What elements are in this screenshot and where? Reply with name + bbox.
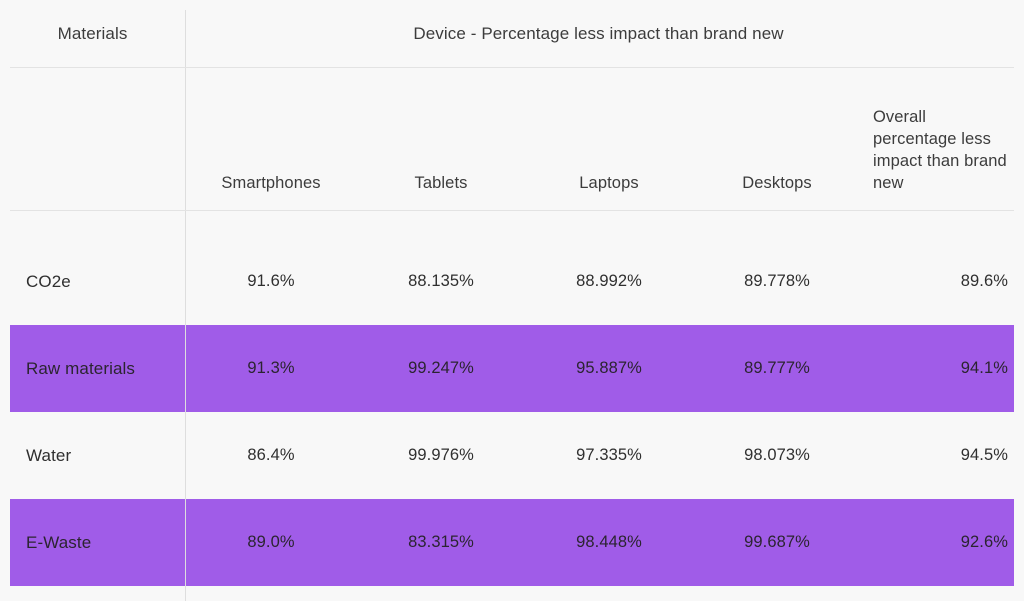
cell-smartphones: 91.3% [247, 359, 295, 377]
cell-desktops: 89.778% [744, 272, 810, 290]
cell-desktops: 98.073% [744, 446, 810, 464]
cell-smartphones: 89.0% [247, 533, 295, 551]
row-label: CO2e [26, 271, 71, 291]
cell-desktops: 99.687% [744, 533, 810, 551]
cell-laptops: 88.992% [576, 272, 642, 290]
column-header-spacer [0, 68, 185, 210]
cell-tablets: 83.315% [408, 533, 474, 551]
cell-tablets: 88.135% [408, 272, 474, 290]
cell-desktops: 89.777% [744, 359, 810, 377]
table-column-header-row: Smartphones Tablets Laptops Desktops Ove… [0, 68, 1024, 210]
column-header-desktops: Desktops [742, 174, 812, 192]
cell-smartphones: 91.6% [247, 272, 295, 290]
cell-laptops: 95.887% [576, 359, 642, 377]
column-header-overall: Overall percentage less impact than bran… [873, 108, 1007, 193]
row-label: Water [26, 445, 72, 465]
table-row: Raw materials 91.3% 99.247% 95.887% 89.7… [0, 325, 1024, 412]
group-header-device: Device - Percentage less impact than bra… [413, 23, 784, 43]
table-group-header-row: Materials Device - Percentage less impac… [0, 0, 1024, 67]
column-header-tablets: Tablets [414, 174, 468, 192]
table-row: CO2e 91.6% 88.135% 88.992% 89.778% 89.6% [0, 238, 1024, 325]
cell-overall: 94.1% [960, 359, 1008, 377]
cell-smartphones: 86.4% [247, 446, 295, 464]
cell-laptops: 98.448% [576, 533, 642, 551]
cell-tablets: 99.976% [408, 446, 474, 464]
table-row: E-Waste 89.0% 83.315% 98.448% 99.687% 92… [0, 499, 1024, 586]
cell-tablets: 99.247% [408, 359, 474, 377]
row-label: Raw materials [26, 358, 135, 378]
cell-overall: 94.5% [960, 446, 1008, 464]
column-header-smartphones: Smartphones [221, 174, 321, 192]
comparison-table: Materials Device - Percentage less impac… [0, 0, 1024, 601]
table-row: Water 86.4% 99.976% 97.335% 98.073% 94.5… [0, 412, 1024, 499]
row-label: E-Waste [26, 532, 92, 552]
cell-overall: 89.6% [960, 272, 1008, 290]
cell-laptops: 97.335% [576, 446, 642, 464]
header-divider-bottom [10, 210, 1014, 211]
corner-header-materials: Materials [57, 23, 128, 43]
cell-overall: 92.6% [960, 533, 1008, 551]
column-header-laptops: Laptops [579, 174, 639, 192]
